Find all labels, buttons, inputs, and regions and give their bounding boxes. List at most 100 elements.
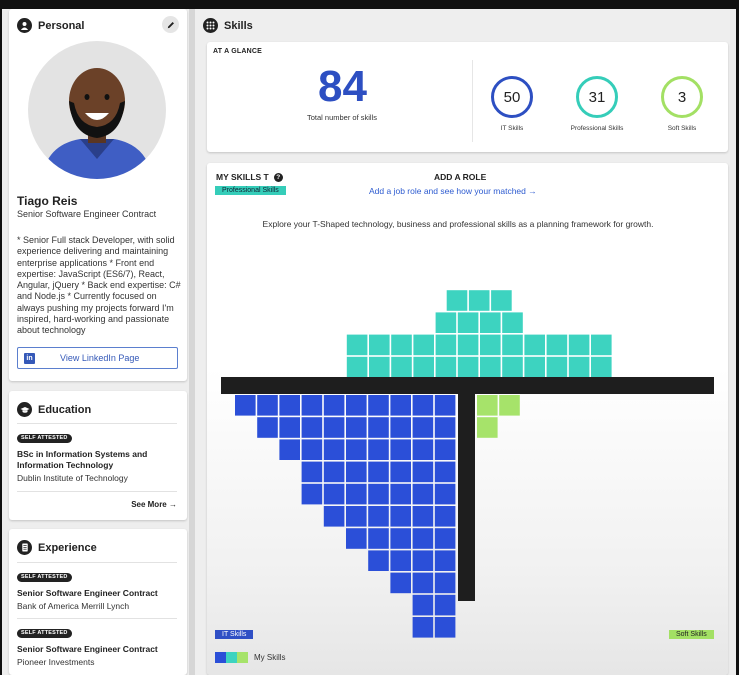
- arrow-right-icon: →: [169, 500, 177, 509]
- it-skill-cell: [390, 417, 411, 438]
- professional-skill-cell: [568, 334, 590, 356]
- my-skills-t-label: MY SKILLS T: [216, 172, 269, 182]
- it-skill-cell: [346, 483, 367, 505]
- profile-title: Senior Software Engineer Contract: [17, 209, 157, 219]
- professional-skill-cell: [468, 290, 490, 311]
- pencil-icon: [167, 21, 174, 28]
- professional-skill-cell: [502, 334, 523, 356]
- help-icon[interactable]: ?: [273, 172, 283, 182]
- my-skills-t-title: MY SKILLS T ?: [216, 172, 283, 182]
- it-skill-cell: [368, 461, 389, 483]
- self-attested-badge: SELF ATTESTED: [17, 573, 72, 582]
- it-skill-cell: [412, 506, 434, 527]
- education-header-label: Education: [38, 403, 92, 416]
- it-skill-cell: [412, 461, 434, 483]
- professional-skill-cell: [457, 356, 479, 378]
- it-skills-label: IT Skills: [500, 125, 524, 132]
- it-skill-cell: [368, 483, 389, 505]
- it-skill-cell: [346, 439, 367, 460]
- professional-skill-cell: [391, 356, 412, 378]
- scrollbar[interactable]: [189, 9, 195, 675]
- skills-icon: [203, 18, 218, 33]
- professional-skill-cell: [546, 334, 568, 356]
- it-skill-cell: [279, 395, 300, 416]
- skills-header-label: Skills: [224, 19, 253, 32]
- it-skill-cell: [434, 594, 456, 616]
- t-vertical-bar: [458, 393, 475, 601]
- it-skills-tag: IT Skills: [215, 630, 254, 639]
- it-skill-cell: [434, 528, 456, 549]
- professional-skill-cell: [568, 356, 590, 378]
- profile-bio: * Senior Full stack Developer, with soli…: [17, 235, 181, 336]
- explore-description: Explore your T-Shaped technology, busine…: [262, 219, 654, 229]
- add-job-role-link[interactable]: Add a job role and see how your matched …: [369, 186, 537, 196]
- it-skills-value: 50: [503, 88, 521, 106]
- it-skill-cell: [412, 572, 434, 594]
- professional-skill-cell: [524, 334, 545, 356]
- it-skill-cell: [434, 461, 456, 483]
- it-skill-cell: [279, 417, 300, 438]
- total-skills-label: Total number of skills: [306, 113, 378, 122]
- person-icon: [17, 18, 32, 33]
- it-skill-cell: [235, 395, 256, 416]
- experience-card: Experience SELF ATTESTED Senior Software…: [9, 529, 187, 675]
- professional-skills-value: 31: [588, 88, 606, 106]
- professional-skill-cell: [346, 334, 368, 356]
- it-skill-cell: [368, 395, 389, 416]
- edit-profile-button[interactable]: [162, 16, 179, 33]
- self-attested-badge: SELF ATTESTED: [17, 434, 72, 443]
- linkedin-label: View LinkedIn Page: [60, 353, 140, 363]
- soft-skills-label: Soft Skills: [667, 125, 697, 132]
- skills-t-chart: [221, 290, 714, 638]
- see-more-label: See More: [131, 500, 167, 509]
- professional-skill-cell: [480, 312, 501, 333]
- professional-skill-cell: [413, 356, 434, 378]
- it-skill-cell: [368, 506, 389, 527]
- soft-skill-cell: [477, 395, 498, 416]
- divider: [17, 423, 177, 424]
- experience-company: Bank of America Merrill Lynch: [17, 601, 130, 611]
- education-card: Education SELF ATTESTED BSc in Informati…: [9, 391, 187, 520]
- see-more-link[interactable]: See More →: [131, 500, 177, 509]
- divider: [17, 562, 177, 563]
- experience-header: Experience: [17, 540, 97, 555]
- it-skill-cell: [412, 617, 434, 638]
- it-skill-cell: [323, 439, 345, 460]
- personal-card: Personal Tiago Reis Senior Software Engi…: [9, 9, 187, 381]
- it-skill-cell: [301, 461, 323, 483]
- it-skill-cell: [434, 439, 456, 460]
- it-skill-cell: [323, 506, 345, 527]
- it-skill-cell: [323, 461, 345, 483]
- it-skill-cell: [390, 395, 411, 416]
- professional-skill-cell: [457, 312, 479, 333]
- it-skill-cell: [301, 483, 323, 505]
- it-skill-cell: [412, 395, 434, 416]
- professional-skill-cell: [435, 356, 457, 378]
- t-horizontal-bar: [221, 377, 714, 394]
- professional-skill-cell: [457, 334, 479, 356]
- education-header: Education: [17, 402, 91, 417]
- it-skill-cell: [434, 483, 456, 505]
- personal-header: Personal: [17, 18, 84, 33]
- it-skill-cell: [301, 395, 323, 416]
- view-linkedin-button[interactable]: in View LinkedIn Page: [17, 347, 178, 369]
- it-skill-cell: [301, 439, 323, 460]
- it-skill-cell: [323, 417, 345, 438]
- professional-skill-cell: [435, 334, 457, 356]
- professional-skill-cell: [480, 334, 501, 356]
- it-skill-cell: [390, 439, 411, 460]
- it-skill-cell: [434, 617, 456, 638]
- it-skill-cell: [434, 395, 456, 416]
- it-skill-cell: [323, 483, 345, 505]
- professional-skills-tag: Professional Skills: [215, 186, 286, 195]
- professional-skill-cell: [502, 356, 523, 378]
- it-skill-cell: [434, 550, 456, 571]
- professional-skill-cell: [435, 312, 457, 333]
- professional-skill-cell: [546, 356, 568, 378]
- soft-skills-tag: Soft Skills: [669, 630, 714, 639]
- professional-skill-cell: [369, 334, 390, 356]
- it-skill-cell: [346, 528, 367, 549]
- professional-skill-cell: [591, 356, 612, 378]
- experience-role: Senior Software Engineer Contract: [17, 588, 158, 598]
- arrow-right-icon: →: [528, 186, 537, 196]
